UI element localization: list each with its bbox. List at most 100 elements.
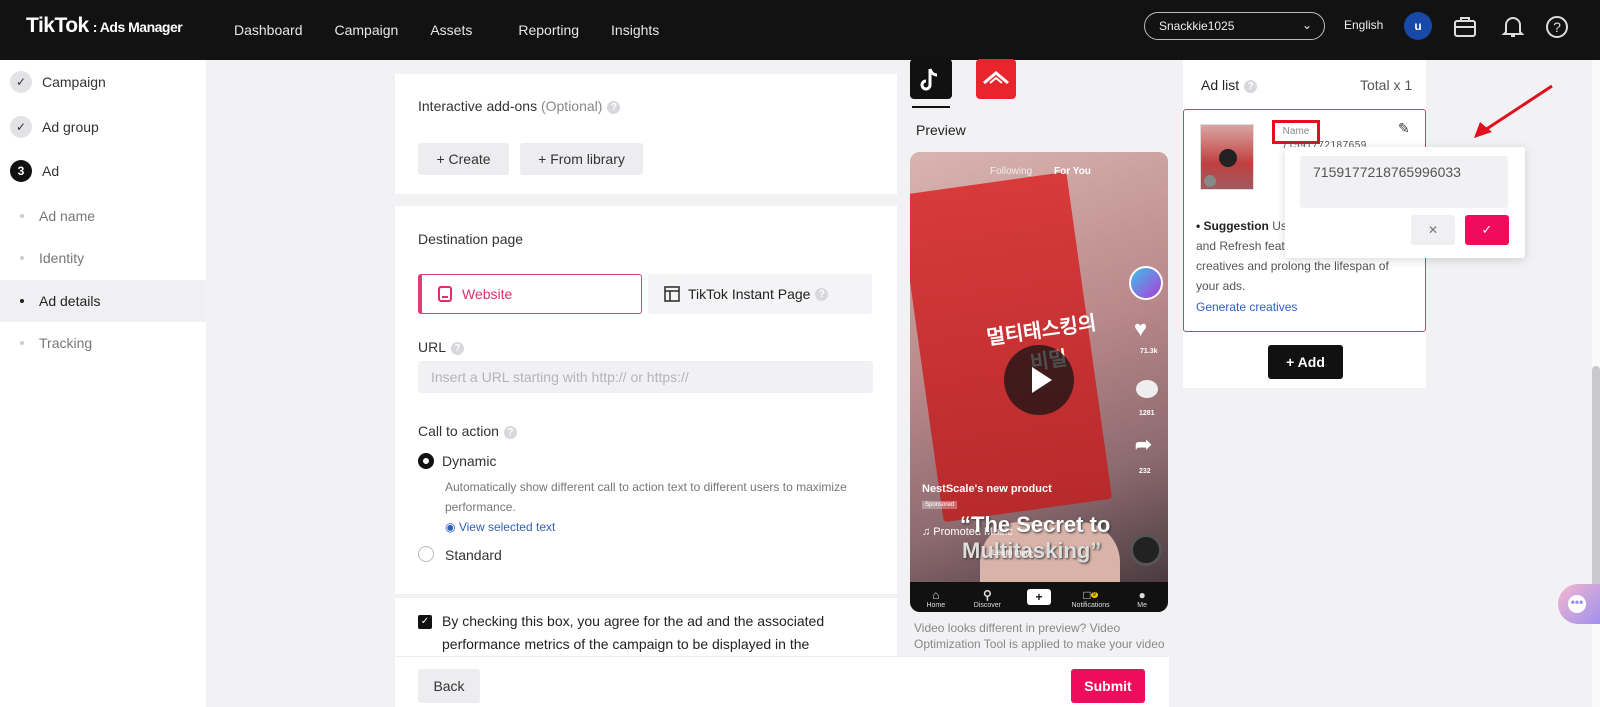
submit-button[interactable]: Submit [1071,669,1145,703]
dynamic-label: Dynamic [442,453,497,469]
step-ad-group[interactable]: ✓ Ad group [10,115,99,139]
step-number: 3 [10,160,32,182]
ad-list-total: Total x 1 [1360,77,1413,93]
music-disc-icon [1130,534,1162,566]
interactive-addons-card [395,74,897,194]
destination-page-label: Destination page [418,231,524,247]
dynamic-radio[interactable] [418,453,434,469]
sidebar-item-label: Tracking [39,335,93,351]
step-campaign[interactable]: ✓ Campaign [10,70,106,94]
sponsored-badge: Sponsored [922,501,958,509]
headline-1: “The Secret to [960,512,1111,537]
step-label: Ad [42,163,60,179]
suggestion-line-4: your ads. [1196,279,1246,293]
phone-nav-discover: ⚲ Discover [973,588,1001,609]
create-button[interactable]: + Create [418,143,509,175]
nav-assets[interactable]: Assets [430,22,472,38]
back-button[interactable]: Back [418,669,480,703]
cancel-button[interactable]: ✕ [1411,215,1455,245]
preview-title: Preview [916,122,966,138]
ad-name-textarea[interactable]: 7159177218765996033 [1300,156,1508,208]
url-label: URL? [418,339,465,355]
tiktok-icon [920,68,938,91]
help-icon[interactable]: ? [1544,14,1570,40]
location-icon [1204,175,1216,187]
nav-reporting[interactable]: Reporting [518,22,579,38]
preview-note-1: Video looks different in preview? Video [914,621,1121,635]
share-icon: ➦ [1135,434,1152,456]
sidebar-item-label: Ad details [39,293,101,309]
phone-preview[interactable]: Following For You 멀티태스킹의 비밀 ♥ 71.3k 1281… [910,152,1168,612]
standard-radio[interactable] [418,546,434,562]
cta-label: Call to action? [418,423,517,439]
generate-creatives-link[interactable]: Generate creatives [1196,297,1297,317]
pangle-placement-icon[interactable] [976,59,1016,99]
account-selector[interactable]: Snackkie1025 ⌄ [1144,12,1325,40]
language-selector[interactable]: English [1344,18,1383,32]
sidebar: ✓ Campaign ✓ Ad group 3 Ad Ad name Identity… [0,60,206,707]
instant-page-option[interactable]: TikTok Instant Page? [648,274,872,314]
sidebar-item-label: Ad name [39,208,96,224]
tiktok-placement-icon[interactable] [910,59,952,99]
confirm-button[interactable]: ✓ [1465,215,1509,245]
home-icon: ⌂ [932,588,940,602]
eye-icon: ◉ [445,520,456,534]
svg-text:?: ? [1553,19,1561,35]
ad-thumbnail[interactable] [1200,124,1254,190]
nav-insights[interactable]: Insights [611,22,659,38]
agree-text-2: performance metrics of the campaign to b… [442,636,810,652]
tiktok-logo[interactable]: TikTok: Ads Manager [26,14,183,38]
step-label: Campaign [42,74,106,90]
help-icon: ? [607,100,621,114]
play-icon[interactable] [1004,345,1074,415]
play-icon [1219,149,1237,167]
preview-note-2: Optimization Tool is applied to make you… [914,637,1165,651]
website-option[interactable]: Website [418,274,642,314]
instant-page-label: TikTok Instant Page [688,286,811,302]
logo-product: : Ads Manager [92,19,183,35]
profile-icon [1129,266,1163,300]
url-input[interactable]: Insert a URL starting with http:// or ht… [418,361,873,393]
phone-nav-home: ⌂ Home [926,588,946,609]
edit-icon[interactable]: ✎ [1398,120,1410,137]
phone-bottom-nav: ⌂ Home ⚲ Discover + □ 9 Notifications ● Me [910,582,1168,612]
chevron-down-icon: ⌄ [1301,18,1312,32]
bell-icon[interactable] [1500,14,1526,40]
sidebar-item-ad-details[interactable]: Ad details [0,280,206,322]
phone-nav-notifications: □ 9 Notifications [1071,588,1110,609]
help-icon: ? [1244,79,1258,93]
placement-underline [912,106,950,108]
check-icon: ✓ [10,116,32,138]
top-bar: TikTok: Ads Manager Dashboard Campaign A… [0,0,1600,60]
interactive-addons-label: Interactive add-ons (Optional)? [418,98,621,114]
phone-nav-me: ● Me [1137,588,1148,609]
agree-checkbox[interactable]: ✓ [418,615,432,629]
chat-icon: ••• [1568,595,1586,613]
learn-more-button[interactable]: Learn more [992,548,1033,557]
heart-icon: ♥ [1134,316,1148,341]
step-ad[interactable]: 3 Ad [10,159,59,183]
chat-support-button[interactable]: ••• [1558,584,1600,624]
agree-text-1: By checking this box, you agree for the … [442,613,825,629]
avatar[interactable]: u [1404,12,1432,40]
nav-dashboard[interactable]: Dashboard [234,22,303,38]
shares-count: 232 [1139,468,1151,475]
from-library-button[interactable]: + From library [520,143,643,175]
help-icon: ? [503,425,517,439]
view-selected-link[interactable]: ◉ View selected text [445,517,555,537]
sidebar-item-tracking[interactable]: Tracking [0,322,206,364]
add-ad-button[interactable]: + Add [1268,345,1343,379]
following-tab: Following [990,166,1033,177]
sidebar-item-ad-name[interactable]: Ad name [0,195,206,237]
annotation-arrow-icon [1474,84,1553,138]
bullet-dot [20,256,24,260]
scrollbar-thumb[interactable] [1592,366,1600,596]
logo-text: TikTok [26,14,89,37]
check-icon: ✓ [1481,222,1493,237]
sidebar-item-identity[interactable]: Identity [0,237,206,279]
nav-campaign[interactable]: Campaign [335,22,399,38]
help-icon: ? [451,341,465,355]
main-nav: Dashboard Campaign Assets Reporting Insi… [234,0,691,60]
briefcase-icon[interactable] [1452,14,1478,40]
ad-list-title: Ad list? [1201,77,1258,93]
